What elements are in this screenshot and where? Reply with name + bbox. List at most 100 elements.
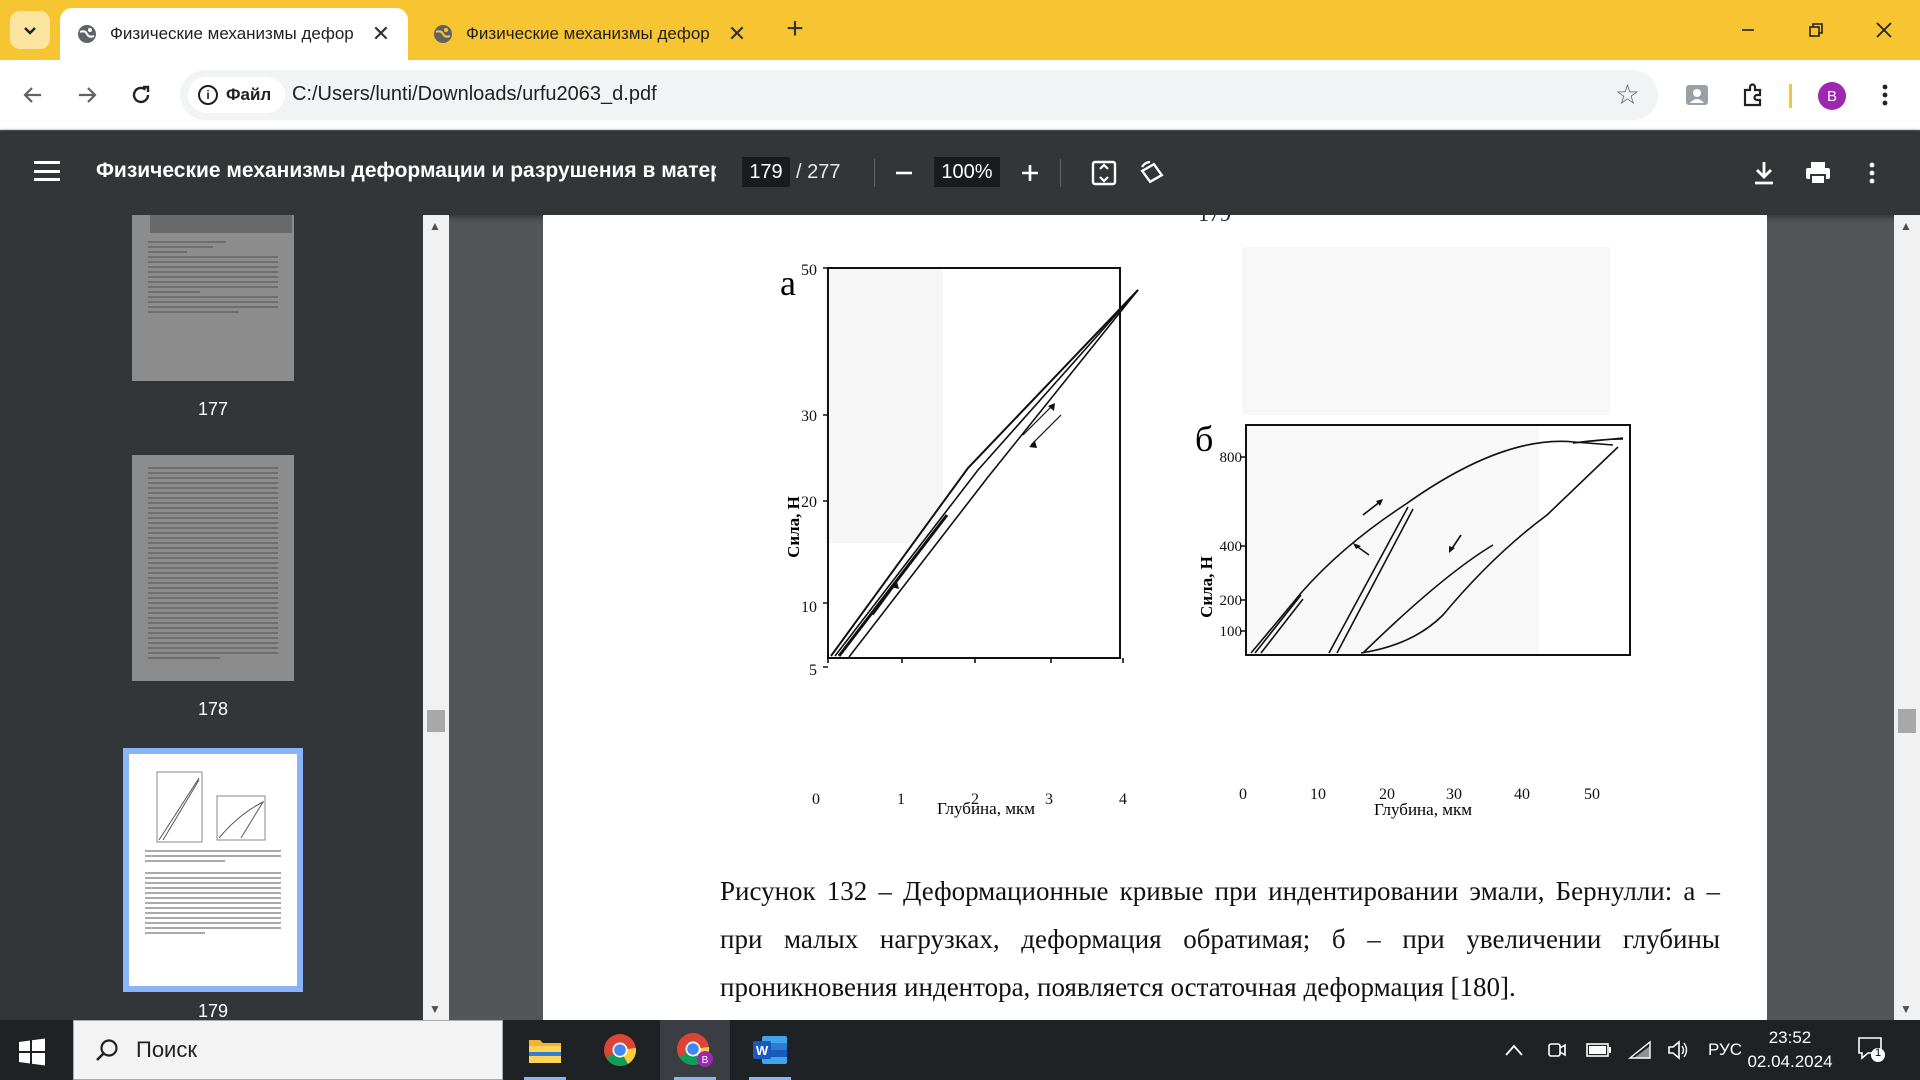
restore-icon — [1809, 23, 1823, 37]
profile-avatar[interactable]: B — [1818, 82, 1846, 110]
panel-b-xlabel: Глубина, мкм — [1374, 800, 1472, 819]
pdf-more-button[interactable] — [1854, 155, 1890, 191]
fit-page-button[interactable] — [1086, 155, 1122, 191]
chrome-profile-app[interactable]: B — [660, 1020, 730, 1080]
figure: а 5 10 20 30 50 0 1 2 3 4 Глубина, мкм С… — [780, 247, 1631, 819]
page-total: / 277 — [796, 161, 841, 183]
forward-button[interactable] — [68, 76, 106, 114]
page-thumbnail[interactable] — [132, 455, 294, 681]
rotate-icon — [1140, 160, 1164, 184]
tab-inactive[interactable]: Физические механизмы дефор ✕ — [416, 8, 764, 60]
scroll-down-icon[interactable]: ▼ — [1900, 1002, 1912, 1016]
plus-icon — [1022, 165, 1038, 181]
tab-strip: Физические механизмы дефор ✕ Физические … — [0, 0, 1920, 60]
page-number-input[interactable]: 179 — [742, 157, 790, 187]
thumbnail-page-label: 179 — [197, 1001, 229, 1020]
chart-panel-a: а 5 10 20 30 50 0 1 2 3 4 Глубина, мкм С… — [780, 262, 1139, 818]
file-explorer-app[interactable] — [510, 1020, 580, 1080]
download-button[interactable] — [1746, 155, 1782, 191]
taskbar-search[interactable]: Поиск — [73, 1020, 503, 1080]
browser-menu-button[interactable] — [1868, 78, 1902, 112]
panel-a-letter: а — [780, 263, 796, 303]
toolbar-divider — [1789, 84, 1792, 108]
volume-icon[interactable] — [1666, 1039, 1690, 1061]
notification-center-button[interactable]: 1 — [1856, 1034, 1886, 1069]
toolbar-separator — [1060, 159, 1061, 187]
sidebar-scroll-thumb[interactable] — [427, 710, 445, 732]
url-text[interactable]: C:/Users/lunti/Downloads/urfu2063_d.pdf — [292, 83, 657, 106]
close-tab-icon[interactable]: ✕ — [724, 21, 750, 47]
battery-icon[interactable] — [1586, 1042, 1612, 1058]
document-scroll-thumb[interactable] — [1898, 709, 1916, 733]
address-bar[interactable]: i Файл C:/Users/lunti/Downloads/urfu2063… — [180, 70, 1658, 120]
y-tick-label: 5 — [809, 662, 817, 679]
thumbnail-page-label: 178 — [197, 699, 229, 719]
y-tick-label: 30 — [801, 408, 817, 425]
system-clock[interactable]: 23:52 02.04.2024 — [1740, 1026, 1840, 1074]
arrow-left-icon — [23, 87, 41, 103]
download-icon — [1755, 162, 1773, 185]
scroll-up-icon[interactable]: ▲ — [1900, 219, 1912, 233]
y-tick-label: 50 — [801, 262, 817, 279]
y-tick-label: 100 — [1220, 624, 1243, 640]
puzzle-icon — [1743, 83, 1762, 107]
chart-panel-b: б 100 200 400 800 0 10 20 30 40 50 Глуби… — [1195, 247, 1631, 819]
globe-icon — [78, 25, 96, 43]
rotate-button[interactable] — [1134, 155, 1170, 191]
word-app[interactable]: W — [735, 1020, 805, 1080]
panel-a-xlabel: Глубина, мкм — [937, 799, 1035, 818]
scroll-down-icon[interactable]: ▼ — [429, 1002, 441, 1016]
toolbar-separator — [874, 159, 875, 187]
scroll-up-icon[interactable]: ▲ — [429, 219, 441, 233]
chrome-icon: B — [677, 1033, 713, 1067]
thumbnail-text — [148, 241, 278, 316]
site-info-chip[interactable]: i Файл — [188, 77, 286, 113]
x-tick-label: 10 — [1310, 786, 1326, 803]
chrome-icon — [604, 1034, 637, 1067]
wifi-icon[interactable] — [1628, 1040, 1652, 1060]
input-language[interactable]: РУС — [1708, 1040, 1742, 1060]
page-thumbnail[interactable] — [132, 215, 294, 381]
sidebar-toggle-icon[interactable] — [34, 161, 60, 181]
chevron-up-icon[interactable] — [1504, 1043, 1524, 1057]
minimize-button[interactable] — [1728, 14, 1768, 46]
fit-to-page-icon — [1091, 160, 1117, 186]
profile-extension-button[interactable] — [1680, 78, 1714, 112]
y-tick-label: 400 — [1220, 539, 1243, 555]
system-tray: РУС — [1504, 1020, 1742, 1080]
sidebar-scrollbar[interactable]: ▲ ▼ — [423, 215, 449, 1020]
zoom-out-button[interactable] — [886, 155, 922, 191]
windows-start-icon[interactable] — [18, 1038, 46, 1066]
search-icon — [96, 1039, 118, 1061]
notification-count: 1 — [1874, 1047, 1882, 1059]
more-vertical-icon — [1882, 84, 1888, 106]
extensions-button[interactable] — [1736, 78, 1770, 112]
folder-icon — [529, 1040, 561, 1063]
zoom-in-button[interactable] — [1012, 155, 1048, 191]
restore-button[interactable] — [1796, 14, 1836, 46]
chrome-app[interactable] — [585, 1020, 655, 1080]
pdf-toolbar: Физические механизмы деформации и разруш… — [0, 131, 1920, 215]
y-tick-label: 10 — [801, 599, 817, 616]
tab-active[interactable]: Физические механизмы дефор ✕ — [60, 8, 408, 60]
print-button[interactable] — [1800, 155, 1836, 191]
thumbnail-page-label: 177 — [197, 399, 229, 419]
clock-date: 02.04.2024 — [1747, 1052, 1833, 1071]
reload-button[interactable] — [122, 76, 160, 114]
scan-shadow — [825, 269, 943, 543]
document-scrollbar[interactable]: ▲ ▼ — [1894, 215, 1920, 1020]
bookmark-star-icon[interactable]: ☆ — [1615, 78, 1640, 111]
reload-icon — [132, 85, 150, 104]
back-button[interactable] — [14, 76, 52, 114]
thumbnail-sidebar: 177 178 179 — [0, 215, 423, 1020]
close-window-button[interactable] — [1864, 14, 1904, 46]
tab-search-button[interactable] — [10, 11, 50, 49]
x-tick-label: 50 — [1584, 786, 1600, 803]
panel-b-letter: б — [1195, 419, 1213, 459]
zoom-level-input[interactable]: 100% — [934, 157, 1000, 187]
x-tick-label: 1 — [897, 791, 905, 808]
new-tab-button[interactable]: + — [780, 14, 810, 46]
meeting-icon[interactable] — [1546, 1039, 1568, 1061]
close-tab-icon[interactable]: ✕ — [368, 21, 394, 47]
page-thumbnail-selected[interactable] — [123, 748, 303, 992]
